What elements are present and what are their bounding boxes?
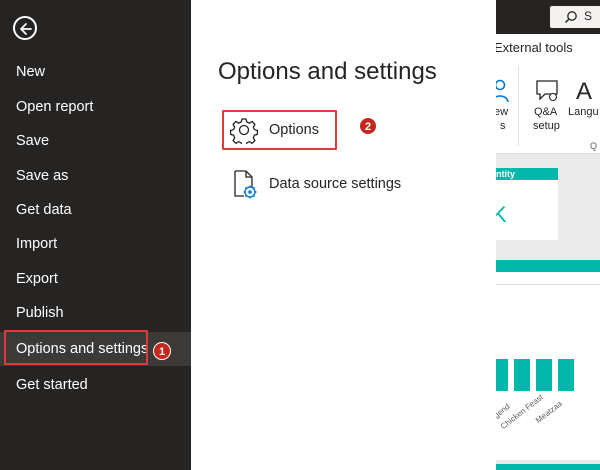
visual-edge bbox=[496, 464, 600, 470]
nav-item-get-data[interactable]: Get data bbox=[0, 193, 191, 227]
nav-item-publish[interactable]: Publish bbox=[0, 296, 191, 330]
svg-text:A: A bbox=[576, 78, 592, 104]
new-visual-icon bbox=[496, 79, 509, 103]
highlight-box-options bbox=[222, 110, 337, 150]
ribbon-divider bbox=[518, 66, 519, 146]
bar-chart-visual[interactable]: gend Chicken Feast Meatzaa bbox=[496, 260, 600, 460]
back-arrow-icon[interactable] bbox=[13, 16, 37, 40]
data-source-settings-button[interactable]: Data source settings bbox=[229, 168, 401, 200]
highlight-box-options-and-settings bbox=[4, 330, 148, 365]
chart-header bbox=[496, 260, 600, 272]
card-title: ntity bbox=[496, 168, 558, 180]
nav-item-open-report[interactable]: Open report bbox=[0, 90, 191, 124]
card-visual[interactable]: ntity K bbox=[496, 168, 558, 240]
background-app: S External tools ew s Q&A setup A Langu … bbox=[496, 0, 600, 470]
data-source-settings-label: Data source settings bbox=[269, 176, 402, 192]
nav-item-save-as[interactable]: Save as bbox=[0, 159, 191, 193]
chart-bar[interactable] bbox=[536, 359, 552, 391]
ribbon-label-partial: ew bbox=[496, 106, 509, 118]
backstage-nav: New Open report Save Save as Get data Im… bbox=[0, 0, 191, 470]
nav-item-import[interactable]: Import bbox=[0, 227, 191, 261]
tab-external-tools[interactable]: External tools bbox=[496, 40, 573, 55]
title-bar: S bbox=[496, 0, 600, 34]
qa-setup-label-1[interactable]: Q&A bbox=[534, 106, 557, 119]
card-value-partial: K bbox=[496, 202, 507, 227]
page-title: Options and settings bbox=[218, 58, 437, 85]
nav-item-new[interactable]: New bbox=[0, 55, 191, 89]
search-icon bbox=[564, 11, 577, 24]
nav-item-export[interactable]: Export bbox=[0, 262, 191, 296]
chart-bar[interactable] bbox=[496, 359, 508, 391]
report-canvas: ntity K gend Chicken Feast Meatzaa bbox=[496, 154, 600, 470]
language-label-partial[interactable]: Langu bbox=[568, 106, 599, 119]
step-badge-1: 1 bbox=[153, 342, 171, 360]
chart-bar[interactable] bbox=[514, 359, 530, 391]
ribbon: External tools ew s Q&A setup A Langu Q bbox=[496, 34, 600, 154]
qa-setup-label-2[interactable]: setup bbox=[533, 120, 560, 133]
language-icon: A bbox=[576, 78, 592, 104]
options-panel: Options and settings Options 2 Data sour… bbox=[191, 0, 496, 470]
search-label: S bbox=[584, 9, 593, 23]
nav-item-save[interactable]: Save bbox=[0, 124, 191, 158]
ribbon-group-label-partial: Q bbox=[590, 141, 598, 151]
nav-item-get-started[interactable]: Get started bbox=[0, 368, 191, 402]
step-badge-2: 2 bbox=[359, 117, 377, 135]
document-gear-icon bbox=[229, 169, 259, 199]
qa-setup-icon bbox=[536, 80, 558, 102]
search-box[interactable]: S bbox=[550, 6, 600, 28]
chart-bar[interactable] bbox=[558, 359, 574, 391]
ribbon-label-partial-2: s bbox=[500, 120, 506, 132]
